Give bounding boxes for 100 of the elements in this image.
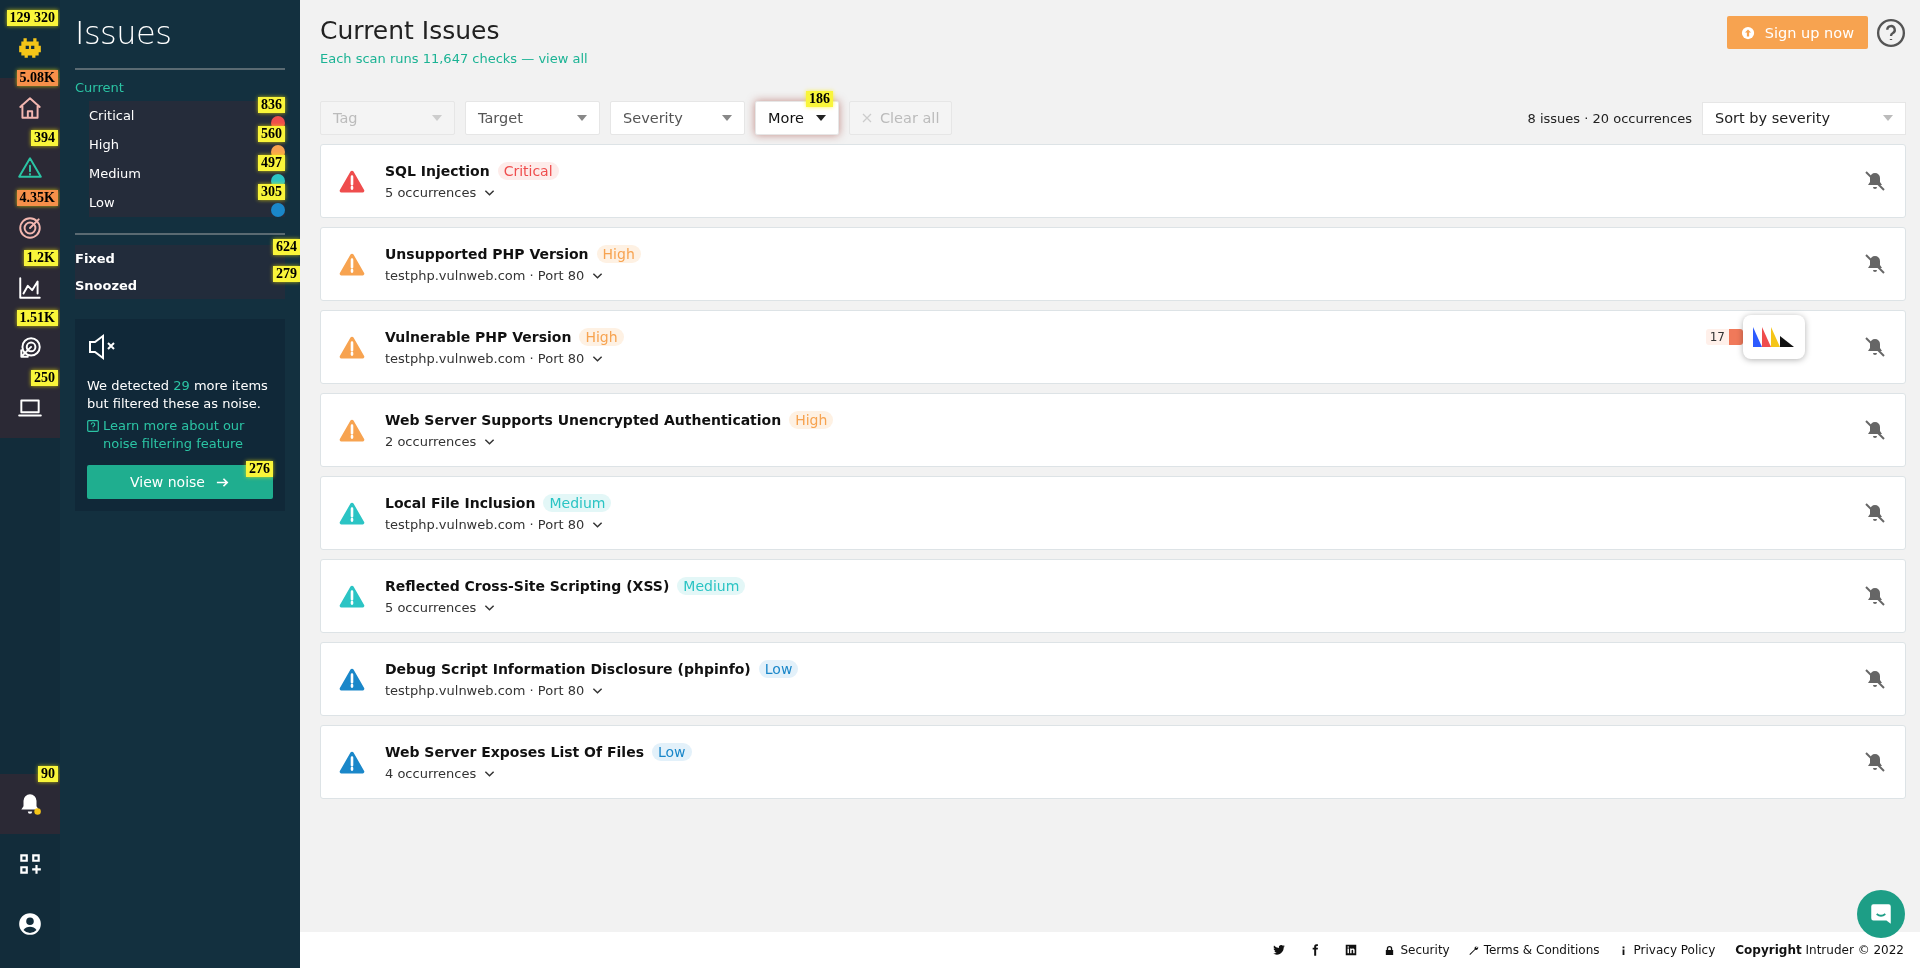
severity-label: Critical [497,162,559,180]
caret-icon [1883,115,1893,121]
issue-card[interactable]: Debug Script Information Disclosure (phpinfo) Low testphp.vulnweb.com · Port 80 [320,642,1906,716]
muted-bell-icon[interactable] [1863,335,1887,359]
issue-card[interactable]: Web Server Exposes List Of Files Low 4 occurrences [320,725,1906,799]
chat-icon [1868,901,1894,927]
issue-title[interactable]: Unsupported PHP Version [385,246,589,262]
learn-more-link[interactable]: Learn more about our noise filtering feature [103,417,273,453]
issue-card[interactable]: Web Server Supports Unencrypted Authentication High 2 occurrences [320,393,1906,467]
click-count: 276 [246,461,273,477]
issue-card[interactable]: Reflected Cross-Site Scripting (XSS) Medium 5 occurrences [320,559,1906,633]
issue-card[interactable]: Unsupported PHP Version High testphp.vulnweb.com · Port 80 [320,227,1906,301]
account-icon[interactable] [17,911,43,937]
footer-link[interactable]: Privacy Policy [1633,943,1716,957]
sidebar-item[interactable]: Low [89,195,115,210]
invader-logo-icon[interactable] [17,35,43,61]
issue-title[interactable]: Web Server Supports Unencrypted Authentication [385,412,782,428]
warning-icon[interactable] [17,155,43,181]
muted-bell-icon[interactable] [1863,750,1887,774]
extension-counter[interactable]: 17 [1705,329,1743,345]
sidebar-item[interactable]: High [89,137,119,152]
occurrences-toggle[interactable]: testphp.vulnweb.com · Port 80 [385,517,604,532]
click-count: 394 [31,130,58,146]
severity-label: High [789,411,834,429]
click-count: 5.08K [16,70,58,86]
help-icon[interactable] [1876,17,1906,48]
muted-bell-icon[interactable] [1863,584,1887,608]
filter-dropdown[interactable]: Severity [610,101,745,135]
occurrences-toggle[interactable]: 4 occurrences [385,766,496,781]
footer-link[interactable]: Security [1400,943,1450,957]
chevron-icon [592,271,604,280]
noise-message: We detected 29 more items but filtered these as noise. [87,377,269,413]
click-count: 624 [273,239,300,255]
occurrences-toggle[interactable]: 2 occurrences [385,434,496,449]
apps-icon[interactable] [17,851,43,877]
click-count: 305 [258,184,285,200]
close-icon [861,113,872,123]
page-title: Current Issues [320,16,501,45]
linkedin-icon[interactable] [1344,943,1359,957]
section-label[interactable]: Current [75,80,285,95]
muted-bell-icon[interactable] [1863,501,1887,525]
chat-button[interactable] [1857,890,1905,938]
click-count: 279 [273,266,300,282]
click-count: 836 [258,97,285,113]
bird-icon[interactable] [1272,943,1287,957]
issue-title[interactable]: Web Server Exposes List Of Files [385,744,644,760]
caret-icon [432,115,442,121]
severity-label: High [579,328,624,346]
footer-link[interactable]: Terms & Conditions [1483,943,1600,957]
occurrences-toggle[interactable]: 5 occurrences [385,600,496,615]
chevron-icon [484,437,496,446]
click-count: 1.51K [16,310,58,326]
click-count: 90 [38,766,58,782]
chevron-icon [484,769,496,778]
severity-label: Low [651,743,692,761]
severity-label: Medium [677,577,746,595]
severity-label: Low [758,660,799,678]
filter-dropdown[interactable]: Target [465,101,600,135]
issue-title[interactable]: Vulnerable PHP Version [385,329,572,345]
muted-bell-icon[interactable] [1863,667,1887,691]
sidebar-item[interactable]: Snoozed [75,278,138,293]
occurrences-toggle[interactable]: testphp.vulnweb.com · Port 80 [385,351,604,366]
severity-label: Medium [543,494,612,512]
occurrences-toggle[interactable]: 5 occurrences [385,185,496,200]
issue-summary: 8 issues · 20 occurrences [1527,110,1692,126]
occurrences-toggle[interactable]: testphp.vulnweb.com · Port 80 [385,683,604,698]
click-count: 250 [31,370,58,386]
click-count: 560 [258,126,285,142]
sidebar-title: Issues [75,14,173,52]
issue-title[interactable]: Local File Inclusion [385,495,536,511]
caret-icon [815,115,826,121]
muted-bell-icon[interactable] [1863,252,1887,276]
issue-title[interactable]: SQL Injection [385,163,490,179]
sidebar-item[interactable]: Fixed [75,251,115,266]
sidebar-item[interactable]: Critical [89,108,135,123]
issue-card[interactable]: Local File Inclusion Medium testphp.vulnweb.com · Port 80 [320,476,1906,550]
question-icon [87,420,99,432]
issue-title[interactable]: Debug Script Information Disclosure (phpinfo) [385,661,751,677]
radar-icon[interactable] [17,335,43,361]
click-count: 129 320 [6,10,58,26]
copyright-text: Copyright Intruder © 2022 [1735,943,1904,957]
chevron-icon [592,686,604,695]
issue-card[interactable]: SQL Injection Critical 5 occurrences [320,144,1906,218]
lock-icon [1384,944,1396,956]
issue-card[interactable]: Vulnerable PHP Version High testphp.vulnweb.com · Port 80 17 [320,310,1906,384]
muted-bell-icon[interactable] [1863,169,1887,193]
caret-icon [722,115,732,121]
wrench-icon [1467,944,1479,956]
sort-dropdown[interactable]: Sort by severity [1702,101,1906,135]
sidebar-item[interactable]: Medium [89,166,141,181]
click-count: 186 [805,91,833,107]
severity-label: High [596,245,641,263]
occurrences-toggle[interactable]: testphp.vulnweb.com · Port 80 [385,268,604,283]
target-icon[interactable] [17,215,43,241]
chart-icon[interactable] [17,275,43,301]
click-count: 1.2K [23,250,58,266]
chevron-icon [484,603,496,612]
home-icon[interactable] [17,95,43,121]
muted-bell-icon[interactable] [1863,418,1887,442]
issue-title[interactable]: Reflected Cross-Site Scripting (XSS) [385,578,670,594]
